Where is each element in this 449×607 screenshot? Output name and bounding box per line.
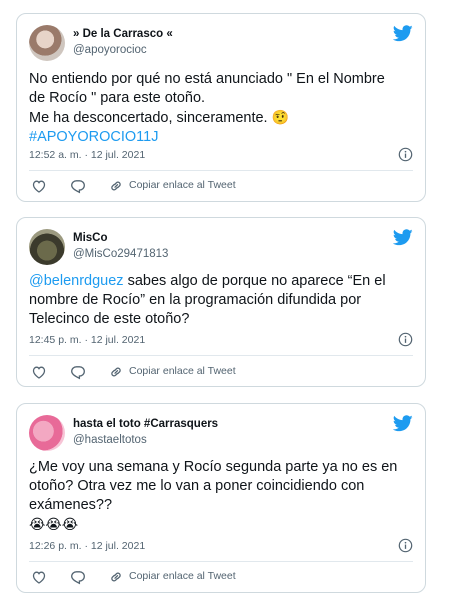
- avatar[interactable]: [29, 25, 65, 61]
- display-name[interactable]: hasta el toto #Carrasquers: [73, 416, 218, 432]
- copy-link-label[interactable]: Copiar enlace al Tweet: [129, 570, 236, 582]
- tweet-card[interactable]: MisCo @MisCo29471813 @belenrdguez sabes …: [16, 217, 426, 387]
- author-names[interactable]: hasta el toto #Carrasquers @hastaeltotos: [73, 416, 218, 448]
- mention-link[interactable]: @belenrdguez: [29, 273, 124, 289]
- twitter-bird-icon[interactable]: [393, 229, 413, 246]
- tweet-card[interactable]: hasta el toto #Carrasquers @hastaeltotos…: [16, 403, 426, 593]
- tweet-header: hasta el toto #Carrasquers @hastaeltotos: [29, 415, 413, 451]
- hashtag-link[interactable]: #APOYOROCIO11J: [29, 128, 413, 147]
- tweet-text: @belenrdguez sabes algo de porque no apa…: [29, 272, 413, 329]
- tweet-card[interactable]: » De la Carrasco « @apoyorocioc No entie…: [16, 13, 426, 202]
- handle[interactable]: @MisCo29471813: [73, 246, 168, 262]
- link-icon[interactable]: [108, 364, 124, 380]
- tweet-text-line: Telecinco de este otoño?: [29, 311, 190, 327]
- divider: [29, 170, 413, 171]
- twitter-bird-icon[interactable]: [393, 415, 413, 432]
- reply-bubble-icon[interactable]: [70, 178, 86, 194]
- link-icon[interactable]: [108, 569, 124, 585]
- heart-icon[interactable]: [31, 178, 47, 194]
- info-icon[interactable]: [398, 332, 413, 347]
- timestamp[interactable]: 12:26 p. m. · 12 jul. 2021: [29, 540, 145, 552]
- divider: [29, 355, 413, 356]
- timestamp[interactable]: 12:52 a. m. · 12 jul. 2021: [29, 149, 145, 161]
- emoji: 🤨: [271, 109, 290, 125]
- tweet-text-line: nombre de Rocío” en la programación difu…: [29, 292, 362, 308]
- twitter-bird-icon[interactable]: [393, 25, 413, 42]
- tweet-header: MisCo @MisCo29471813: [29, 229, 413, 265]
- info-icon[interactable]: [398, 147, 413, 162]
- display-name[interactable]: MisCo: [73, 230, 168, 246]
- tweet-actions: Copiar enlace al Tweet: [29, 363, 413, 381]
- handle[interactable]: @hastaeltotos: [73, 432, 218, 448]
- handle[interactable]: @apoyorocioc: [73, 42, 173, 58]
- tweet-actions: Copiar enlace al Tweet: [29, 177, 413, 195]
- tweet-text-line: @belenrdguez sabes algo de porque no apa…: [29, 272, 413, 291]
- link-icon[interactable]: [108, 178, 124, 194]
- reply-bubble-icon[interactable]: [70, 569, 86, 585]
- copy-link-label[interactable]: Copiar enlace al Tweet: [129, 365, 236, 377]
- author-names[interactable]: MisCo @MisCo29471813: [73, 230, 168, 262]
- tweet-text-line: ¿Me voy una semana y Rocío segunda parte…: [29, 459, 398, 475]
- avatar[interactable]: [29, 229, 65, 265]
- tweet-text: ¿Me voy una semana y Rocío segunda parte…: [29, 458, 413, 534]
- tweet-text-span: sabes algo de porque no aparece “En el: [123, 273, 386, 289]
- display-name[interactable]: » De la Carrasco «: [73, 26, 173, 42]
- info-icon[interactable]: [398, 538, 413, 553]
- tweet-text-line: Me ha desconcertado, sinceramente. 🤨: [29, 108, 413, 128]
- author-names[interactable]: » De la Carrasco « @apoyorocioc: [73, 26, 173, 58]
- avatar[interactable]: [29, 415, 65, 451]
- tweet-text: No entiendo por qué no está anunciado " …: [29, 70, 413, 147]
- tweet-text-line: otoño? Otra vez me lo van a poner coinci…: [29, 478, 365, 494]
- timestamp[interactable]: 12:45 p. m. · 12 jul. 2021: [29, 334, 145, 346]
- divider: [29, 561, 413, 562]
- tweet-header: » De la Carrasco « @apoyorocioc: [29, 25, 413, 61]
- tweet-actions: Copiar enlace al Tweet: [29, 568, 413, 586]
- tweet-text-line: exámenes??: [29, 497, 113, 513]
- tweet-text-line: de Rocío " para este otoño.: [29, 90, 206, 106]
- heart-icon[interactable]: [31, 364, 47, 380]
- emoji: 😭😭😭: [29, 516, 79, 532]
- tweet-text-line: No entiendo por qué no está anunciado " …: [29, 71, 385, 87]
- tweet-text-span: Me ha desconcertado, sinceramente.: [29, 110, 272, 126]
- heart-icon[interactable]: [31, 569, 47, 585]
- copy-link-label[interactable]: Copiar enlace al Tweet: [129, 179, 236, 191]
- reply-bubble-icon[interactable]: [70, 364, 86, 380]
